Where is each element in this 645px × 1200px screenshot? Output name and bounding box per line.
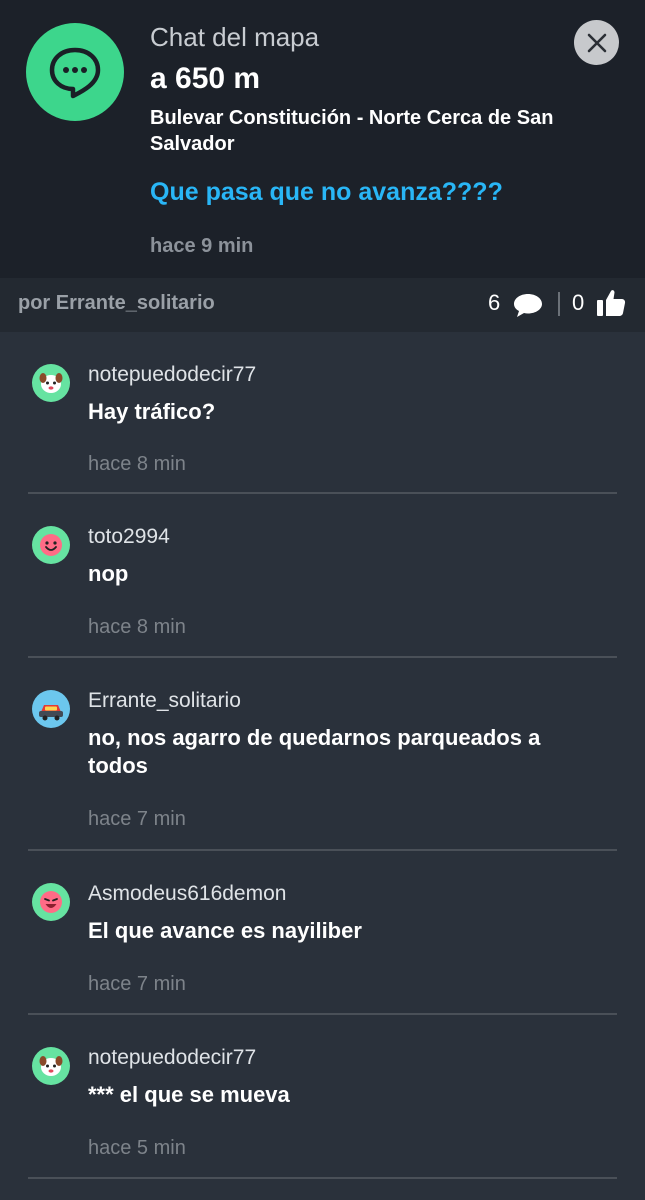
street-location: Bulevar Constitución - Norte Cerca de Sa… <box>150 107 554 155</box>
message-text: no, nos agarro de quedarnos parqueados a… <box>88 725 541 778</box>
message-text: El que avance es nayiliber <box>88 918 362 943</box>
message-list: notepuedodecir77 Hay tráfico? hace 8 min… <box>0 332 645 1179</box>
message-time: hace 7 min <box>88 973 186 995</box>
message-username[interactable]: Asmodeus616demon <box>88 882 286 906</box>
list-item: notepuedodecir77 *** el que se mueva hac… <box>28 1015 617 1179</box>
thumbs-up-icon[interactable] <box>595 288 627 318</box>
message-username[interactable]: notepuedodecir77 <box>88 363 256 387</box>
close-icon <box>587 33 606 52</box>
comment-icon <box>514 294 542 317</box>
message-username[interactable]: notepuedodecir77 <box>88 1046 256 1070</box>
avatar[interactable] <box>32 364 70 402</box>
meta-divider <box>558 292 560 316</box>
comment-count: 6 <box>488 290 501 315</box>
message-username[interactable]: Errante_solitario <box>88 689 241 713</box>
topic-author: por Errante_solitario <box>18 292 215 314</box>
page-title: Chat del mapa <box>150 22 320 52</box>
chat-header: Chat del mapa a 650 m Bulevar Constituci… <box>0 0 645 278</box>
dog-avatar-icon <box>39 1056 63 1076</box>
avatar[interactable] <box>32 690 70 728</box>
message-text: Hay tráfico? <box>88 399 216 424</box>
message-username[interactable]: toto2994 <box>88 525 170 549</box>
laughing-face-avatar-icon <box>40 891 62 913</box>
message-time: hace 5 min <box>88 1137 186 1159</box>
message-time: hace 8 min <box>88 453 186 475</box>
message-time: hace 7 min <box>88 808 186 830</box>
avatar[interactable] <box>32 1047 70 1085</box>
distance-label: a 650 m <box>150 62 261 95</box>
list-item: Asmodeus616demon El que avance es nayili… <box>28 851 617 1015</box>
chat-bubble-icon <box>26 23 124 121</box>
message-text: nop <box>88 561 129 586</box>
message-text: *** el que se mueva <box>88 1082 290 1107</box>
list-item: notepuedodecir77 Hay tráfico? hace 8 min <box>28 332 617 494</box>
list-item: toto2994 nop hace 8 min <box>28 494 617 658</box>
avatar[interactable] <box>32 883 70 921</box>
list-item: Errante_solitario no, nos agarro de qued… <box>28 658 617 851</box>
happy-face-avatar-icon <box>40 534 62 556</box>
avatar[interactable] <box>32 526 70 564</box>
topic-time: hace 9 min <box>150 235 254 257</box>
close-button[interactable] <box>574 20 619 65</box>
chat-topic: Que pasa que no avanza???? <box>150 178 503 206</box>
like-count: 0 <box>572 290 585 315</box>
message-time: hace 8 min <box>88 616 186 638</box>
dog-avatar-icon <box>39 373 63 393</box>
topic-meta-bar: por Errante_solitario 6 0 <box>0 278 645 332</box>
car-avatar-icon <box>39 705 63 721</box>
